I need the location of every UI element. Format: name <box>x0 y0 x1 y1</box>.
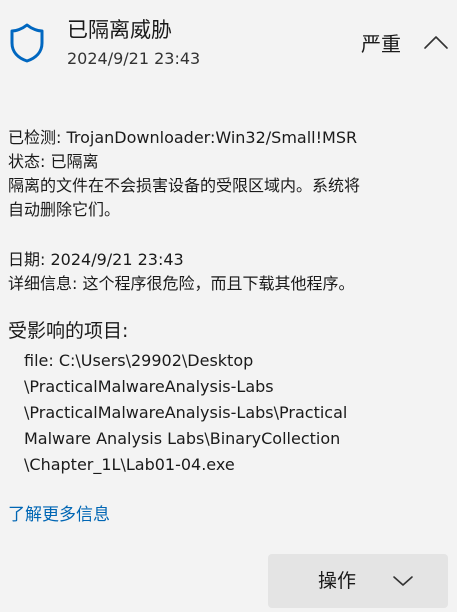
detected-line: 已检测: TrojanDownloader:Win32/Small!MSR <box>8 128 358 147</box>
detail-line: 详细信息: 这个程序很危险，而且下载其他程序。 <box>8 274 355 293</box>
threat-date: 2024/9/21 23:43 <box>67 49 201 68</box>
file-path-line: file: C:\Users\29902\Desktop <box>24 351 254 370</box>
threat-details: 已检测: TrojanDownloader:Win32/Small!MSR 状态… <box>8 126 448 222</box>
threat-info: 日期: 2024/9/21 23:43 详细信息: 这个程序很危险，而且下载其他… <box>8 248 448 296</box>
actions-button-label: 操作 <box>318 570 357 592</box>
file-path-line: \PracticalMalwareAnalysis-Labs\Practical <box>24 403 348 422</box>
description-line-1: 隔离的文件在不会损害设备的受限区域内。系统将 <box>8 176 361 195</box>
chevron-down-icon <box>392 573 414 587</box>
affected-items-title: 受影响的项目: <box>8 320 129 342</box>
severity-label: 严重 <box>361 32 401 56</box>
date-line: 日期: 2024/9/21 23:43 <box>8 250 184 269</box>
status-line: 状态: 已隔离 <box>8 152 99 171</box>
description-line-2: 自动删除它们。 <box>8 200 121 219</box>
affected-file-path: file: C:\Users\29902\Desktop \PracticalM… <box>24 348 404 478</box>
threat-header: 已隔离威胁 2024/9/21 23:43 严重 <box>0 0 457 80</box>
file-path-line: Malware Analysis Labs\BinaryCollection <box>24 429 341 448</box>
file-path-line: \Chapter_1L\Lab01-04.exe <box>24 455 235 474</box>
actions-button[interactable]: 操作 <box>268 554 448 608</box>
shield-icon <box>9 23 45 63</box>
chevron-up-icon[interactable] <box>420 28 452 56</box>
learn-more-link[interactable]: 了解更多信息 <box>8 503 110 527</box>
file-path-line: \PracticalMalwareAnalysis-Labs <box>24 377 274 396</box>
threat-title: 已隔离威胁 <box>67 18 172 42</box>
